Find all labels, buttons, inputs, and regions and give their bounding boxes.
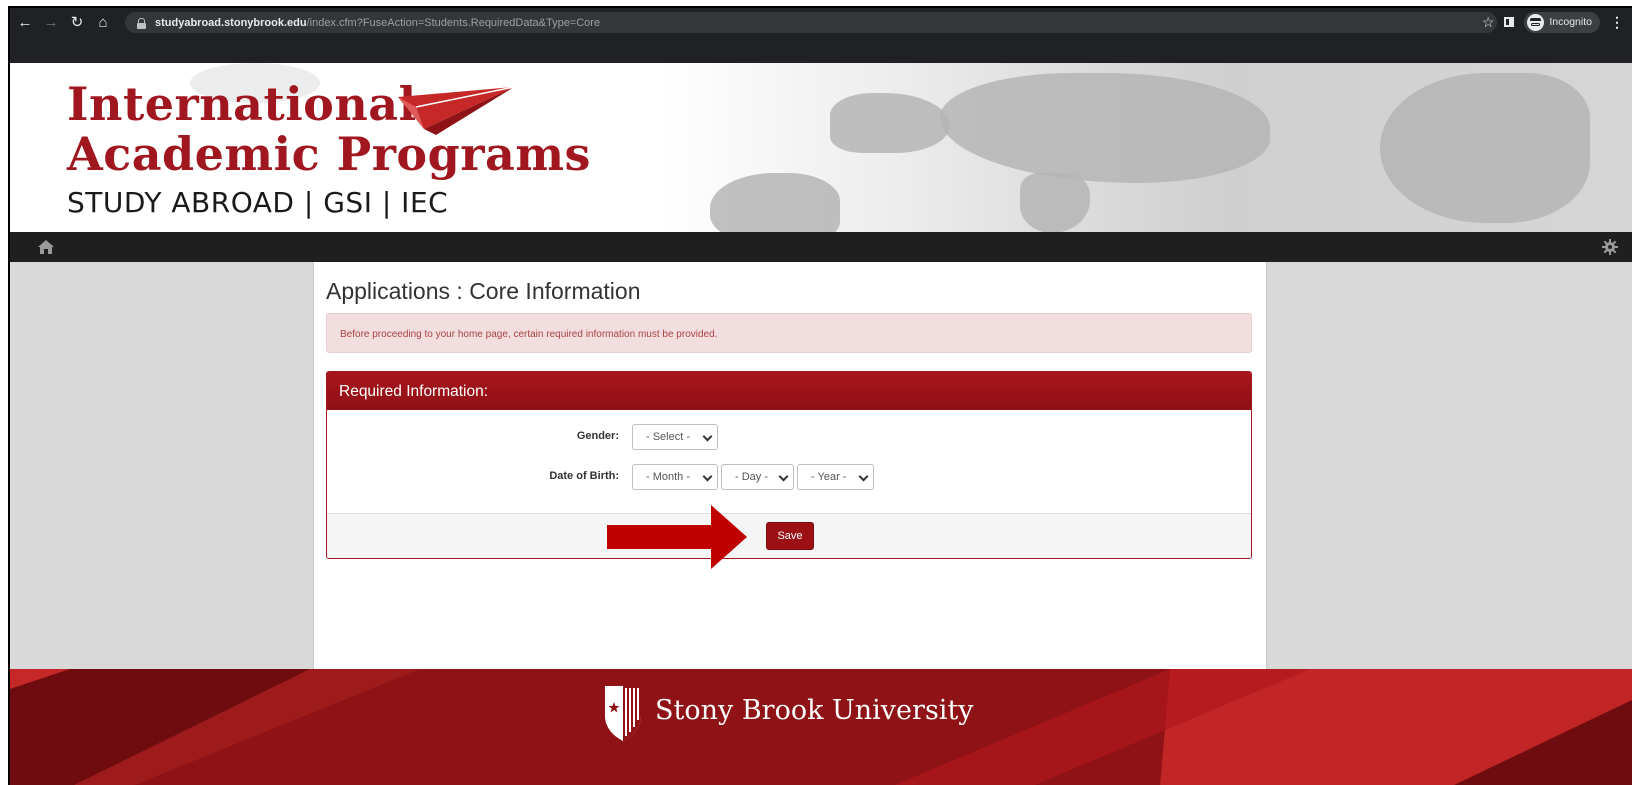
footer-stripes <box>10 669 1632 785</box>
map-east-asia <box>1380 73 1590 223</box>
dob-label: Date of Birth: <box>549 470 619 482</box>
reload-icon[interactable]: ↻ <box>66 11 88 33</box>
birth-day-value: - Day - <box>735 471 768 483</box>
browser-toolbar: ← → ↻ ⌂ studyabroad.stonybrook.edu/index… <box>10 8 1632 63</box>
birth-year-value: - Year - <box>811 471 847 483</box>
site-logo-subtitle: STUDY ABROAD | GSI | IEC <box>67 186 449 219</box>
incognito-badge[interactable]: Incognito <box>1524 11 1600 33</box>
screenshot-frame: ← → ↻ ⌂ studyabroad.stonybrook.edu/index… <box>8 6 1632 785</box>
panel-footer: Save <box>327 513 1251 558</box>
map-europe <box>830 93 950 153</box>
incognito-icon <box>1527 13 1545 31</box>
gender-select-value: - Select - <box>646 431 691 443</box>
map-india <box>1020 173 1090 232</box>
back-arrow-icon[interactable]: ← <box>14 11 36 33</box>
panel-heading: Required Information: <box>327 372 1251 410</box>
required-info-alert: Before proceeding to your home page, cer… <box>326 313 1252 353</box>
page-body: Applications : Core Information Before p… <box>10 262 1632 669</box>
gender-select[interactable]: - Select - <box>632 424 718 450</box>
annotation-arrow <box>607 505 747 569</box>
forward-arrow-icon[interactable]: → <box>40 11 62 33</box>
birth-month-value: - Month - <box>646 471 691 483</box>
lock-icon[interactable] <box>137 18 146 29</box>
site-navbar <box>10 232 1632 262</box>
incognito-label: Incognito <box>1549 16 1592 28</box>
chevron-down-icon <box>702 471 713 482</box>
address-bar[interactable]: studyabroad.stonybrook.edu/index.cfm?Fus… <box>125 12 1497 33</box>
birth-month-select[interactable]: - Month - <box>632 464 718 490</box>
site-header-banner: International Academic Programs STUDY AB… <box>10 63 1632 232</box>
menu-dots-icon[interactable]: ⋮ <box>1610 14 1624 31</box>
url-path: /index.cfm?FuseAction=Students.RequiredD… <box>306 16 601 29</box>
gear-icon[interactable] <box>1602 239 1618 255</box>
gender-label: Gender: <box>576 430 619 442</box>
map-asia <box>940 73 1270 183</box>
chevron-down-icon <box>858 471 869 482</box>
map-africa <box>710 173 840 232</box>
date-of-birth-row: Date of Birth: - Month - - Day - - Year … <box>327 464 1251 490</box>
sbu-shield-icon <box>605 686 641 741</box>
site-footer: Stony Brook University <box>10 669 1632 785</box>
page-title: Applications : Core Information <box>326 278 641 304</box>
url-host: studyabroad.stonybrook.edu <box>155 16 307 29</box>
star-icon[interactable]: ☆ <box>1482 14 1495 31</box>
chevron-down-icon <box>778 471 789 482</box>
gender-row: Gender: - Select - <box>327 424 1251 450</box>
chevron-down-icon <box>702 431 713 442</box>
save-button[interactable]: Save <box>766 522 814 550</box>
required-information-panel: Required Information: Gender: - Select -… <box>326 371 1252 559</box>
birth-year-select[interactable]: - Year - <box>797 464 874 490</box>
home-icon[interactable] <box>38 240 54 254</box>
university-name: Stony Brook University <box>655 695 974 726</box>
side-panel-icon[interactable] <box>1504 17 1515 27</box>
home-icon[interactable]: ⌂ <box>92 11 114 33</box>
paper-plane-icon <box>398 86 515 135</box>
content-column: Applications : Core Information Before p… <box>313 262 1267 669</box>
birth-day-select[interactable]: - Day - <box>721 464 794 490</box>
